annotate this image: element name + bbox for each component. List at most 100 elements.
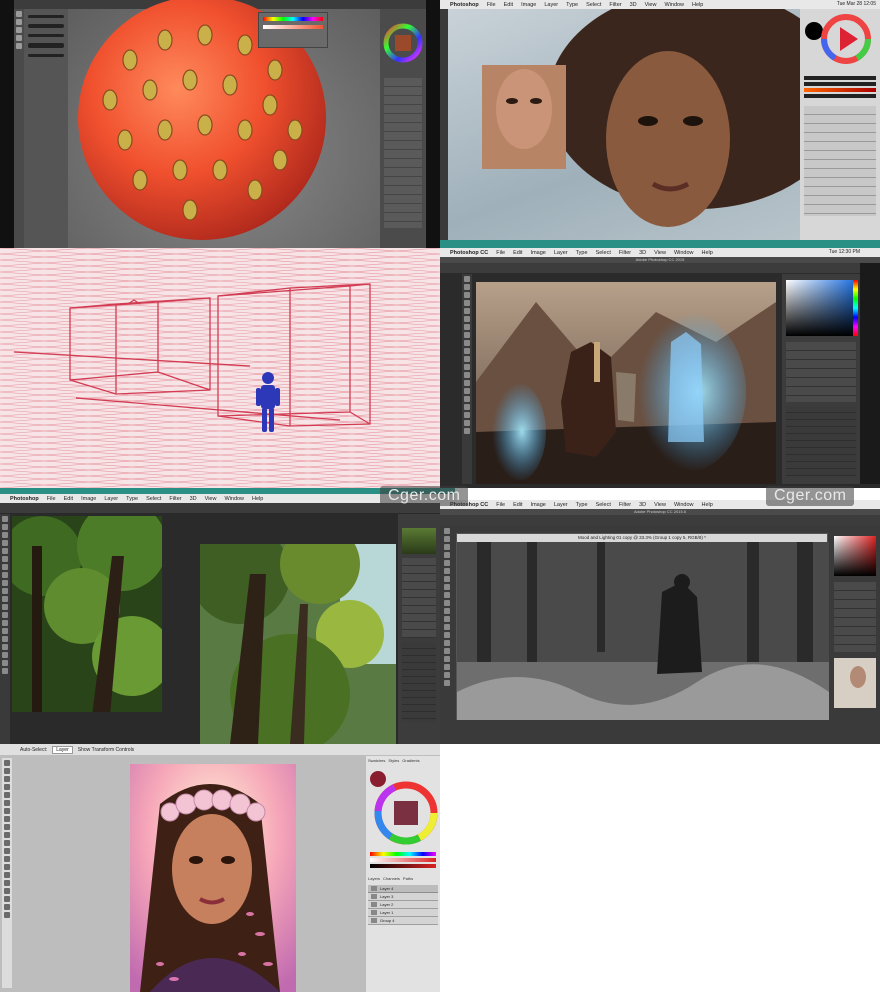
tool-icon[interactable] — [464, 300, 470, 306]
tool-icon[interactable] — [464, 412, 470, 418]
eyedropper-tool-icon[interactable] — [16, 43, 22, 49]
tool-icon[interactable] — [464, 396, 470, 402]
color-picker[interactable] — [786, 280, 856, 336]
menu-item-window[interactable]: Window — [674, 502, 694, 508]
tool-icon[interactable] — [464, 372, 470, 378]
tool-icon[interactable] — [2, 540, 8, 546]
tool-icon[interactable] — [464, 420, 470, 426]
menu-item-image[interactable]: Image — [81, 496, 96, 502]
brush-preset[interactable] — [28, 54, 64, 57]
tool-icon[interactable] — [4, 864, 10, 870]
tool-icon[interactable] — [2, 588, 8, 594]
brush-tool-icon[interactable] — [16, 11, 22, 17]
menu-item-image[interactable]: Image — [531, 250, 546, 256]
tool-icon[interactable] — [464, 428, 470, 434]
menu-item-type[interactable]: Type — [566, 2, 578, 8]
tool-icon[interactable] — [2, 644, 8, 650]
tool-icon[interactable] — [444, 544, 450, 550]
panel-tab-gradients[interactable]: Gradients — [402, 758, 419, 763]
menu-item-select[interactable]: Select — [146, 496, 161, 502]
tool-icon[interactable] — [2, 580, 8, 586]
layer-row[interactable]: Layer 1 — [368, 909, 438, 917]
tool-icon[interactable] — [4, 816, 10, 822]
tool-icon[interactable] — [464, 316, 470, 322]
layers-list[interactable] — [402, 558, 436, 638]
menu-item-edit[interactable]: Edit — [513, 250, 522, 256]
tool-icon[interactable] — [4, 832, 10, 838]
tool-icon[interactable] — [4, 896, 10, 902]
slider-track[interactable] — [804, 76, 876, 80]
tool-icon[interactable] — [444, 608, 450, 614]
tool-icon[interactable] — [4, 912, 10, 918]
layer-row[interactable]: Group 4 — [368, 917, 438, 925]
brush-preset[interactable] — [28, 24, 64, 28]
tool-icon[interactable] — [4, 840, 10, 846]
tool-icon[interactable] — [4, 808, 10, 814]
layer-row[interactable]: Layer 4 — [368, 885, 438, 893]
panel-tab-styles[interactable]: Styles — [388, 758, 399, 763]
tool-icon[interactable] — [2, 564, 8, 570]
panel-tab-layers[interactable]: Layers — [368, 876, 380, 881]
tool-icon[interactable] — [444, 680, 450, 686]
menu-item-3d[interactable]: 3D — [630, 2, 637, 8]
menu-item-photoshop[interactable]: Photoshop — [10, 496, 39, 502]
menu-item-image[interactable]: Image — [521, 2, 536, 8]
menu-item-window[interactable]: Window — [674, 250, 694, 256]
brush-preset[interactable] — [28, 15, 64, 18]
color-slider[interactable] — [804, 88, 876, 92]
menu-item-help[interactable]: Help — [692, 2, 703, 8]
transform-controls-checkbox-label[interactable]: Show Transform Controls — [78, 747, 134, 753]
tool-icon[interactable] — [4, 848, 10, 854]
portrait-canvas[interactable] — [130, 764, 296, 992]
menu-item-layer[interactable]: Layer — [544, 2, 558, 8]
tool-icon[interactable] — [4, 856, 10, 862]
navigator-thumbnail[interactable] — [402, 528, 436, 554]
menu-item-type[interactable]: Type — [576, 250, 588, 256]
tool-icon[interactable] — [4, 776, 10, 782]
tool-icon[interactable] — [444, 616, 450, 622]
tool-icon[interactable] — [2, 660, 8, 666]
menu-item-image[interactable]: Image — [531, 502, 546, 508]
tool-icon[interactable] — [464, 340, 470, 346]
tool-icon[interactable] — [2, 596, 8, 602]
menu-item-file[interactable]: File — [496, 250, 505, 256]
tool-icon[interactable] — [4, 888, 10, 894]
video-progress-bar[interactable] — [440, 240, 880, 248]
tool-icon[interactable] — [4, 760, 10, 766]
brush-preset[interactable] — [28, 34, 64, 37]
menu-item-type[interactable]: Type — [576, 502, 588, 508]
saturation-slider[interactable] — [263, 25, 323, 29]
tool-icon[interactable] — [444, 576, 450, 582]
layers-list[interactable] — [786, 342, 856, 402]
brush-presets-list[interactable] — [402, 642, 436, 722]
tool-icon[interactable] — [444, 568, 450, 574]
menu-item-view[interactable]: View — [654, 250, 666, 256]
tool-icon[interactable] — [444, 640, 450, 646]
menu-item-photoshop-cc[interactable]: Photoshop CC — [450, 250, 488, 256]
menu-item-view[interactable]: View — [205, 496, 217, 502]
tool-icon[interactable] — [464, 276, 470, 282]
tool-icon[interactable] — [444, 656, 450, 662]
menu-item-select[interactable]: Select — [596, 502, 611, 508]
hue-slider[interactable] — [370, 852, 436, 856]
menu-item-layer[interactable]: Layer — [104, 496, 118, 502]
color-wheel-icon[interactable] — [800, 9, 880, 69]
tool-icon[interactable] — [444, 672, 450, 678]
tool-icon[interactable] — [444, 536, 450, 542]
menu-item-view[interactable]: View — [654, 502, 666, 508]
tool-icon[interactable] — [2, 532, 8, 538]
tool-icon[interactable] — [2, 548, 8, 554]
auto-select-checkbox-label[interactable]: Auto-Select: — [20, 747, 47, 753]
menu-item-layer[interactable]: Layer — [554, 250, 568, 256]
tool-icon[interactable] — [464, 404, 470, 410]
menu-item-file[interactable]: File — [47, 496, 56, 502]
knight-artwork[interactable] — [476, 282, 776, 484]
tool-icon[interactable] — [4, 872, 10, 878]
painting-canvas[interactable] — [190, 524, 396, 744]
tool-icon[interactable] — [444, 600, 450, 606]
layer-row[interactable]: Layer 3 — [368, 893, 438, 901]
menu-item-filter[interactable]: Filter — [169, 496, 181, 502]
knight-forest-artwork[interactable] — [457, 542, 829, 720]
menu-item-filter[interactable]: Filter — [609, 2, 621, 8]
menu-item-select[interactable]: Select — [596, 250, 611, 256]
